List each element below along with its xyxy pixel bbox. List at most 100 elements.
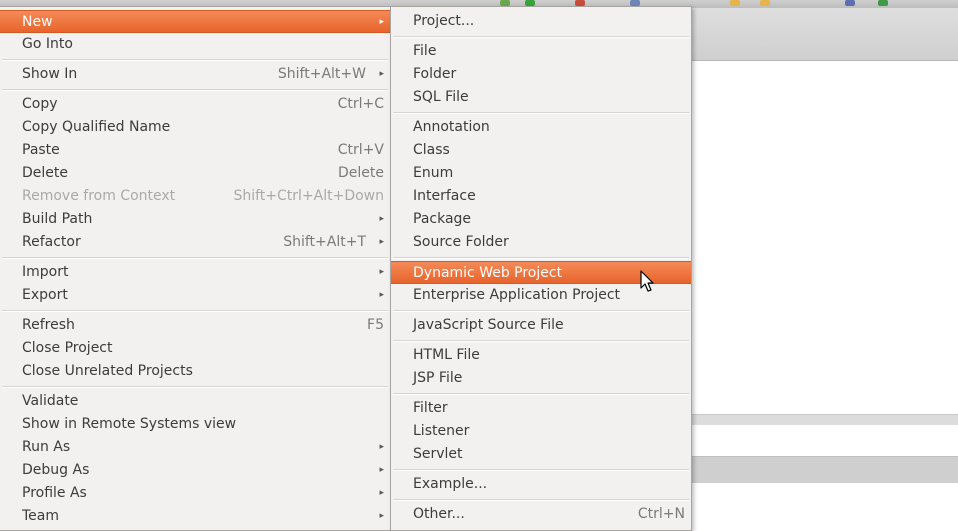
chevron-right-icon: ▸ xyxy=(379,465,384,475)
toolbar-icon[interactable] xyxy=(845,0,855,6)
menu-item-copy-qualified-name[interactable]: Copy Qualified Name xyxy=(0,116,390,139)
menu-item-validate[interactable]: Validate xyxy=(0,390,390,413)
menu-item-new[interactable]: New ▸ xyxy=(0,10,390,33)
toolbar-icon[interactable] xyxy=(730,0,740,6)
menu-separator xyxy=(393,310,689,312)
menu-item-label: Enterprise Application Project xyxy=(413,287,621,303)
submenu-item-javascript-source-file[interactable]: JavaScript Source File xyxy=(391,314,691,337)
chevron-right-icon: ▸ xyxy=(379,488,384,498)
menu-item-label: Refactor xyxy=(22,234,81,250)
menu-item-debug-as[interactable]: Debug As ▸ xyxy=(0,459,390,482)
menu-item-label: Close Project xyxy=(22,340,113,356)
submenu-item-jsp-file[interactable]: JSP File xyxy=(391,367,691,390)
toolbar-icon[interactable] xyxy=(760,0,770,6)
chevron-right-icon: ▸ xyxy=(379,214,384,224)
menu-item-show-in[interactable]: Show In Shift+Alt+W ▸ xyxy=(0,63,390,86)
menu-item-refactor[interactable]: Refactor Shift+Alt+T ▸ xyxy=(0,231,390,254)
submenu-item-annotation[interactable]: Annotation xyxy=(391,116,691,139)
submenu-item-filter[interactable]: Filter xyxy=(391,397,691,420)
menu-item-shortcut: Shift+Alt+T xyxy=(283,234,366,250)
submenu-item-example[interactable]: Example... xyxy=(391,473,691,496)
menu-item-close-unrelated-projects[interactable]: Close Unrelated Projects xyxy=(0,360,390,383)
menu-item-label: Show in Remote Systems view xyxy=(22,416,237,432)
menu-item-label: Import xyxy=(22,264,69,280)
menu-item-remove-from-context: Remove from Context Shift+Ctrl+Alt+Down xyxy=(0,185,390,208)
menu-item-shortcut: F5 xyxy=(367,317,384,333)
submenu-item-file[interactable]: File xyxy=(391,40,691,63)
menu-item-go-into[interactable]: Go Into xyxy=(0,33,390,56)
menu-item-label: File xyxy=(413,43,437,59)
submenu-item-class[interactable]: Class xyxy=(391,139,691,162)
submenu-item-source-folder[interactable]: Source Folder xyxy=(391,231,691,254)
menu-item-label: Package xyxy=(413,211,472,227)
menu-item-show-in-remote-systems[interactable]: Show in Remote Systems view xyxy=(0,413,390,436)
submenu-item-sql-file[interactable]: SQL File xyxy=(391,86,691,109)
menu-separator xyxy=(393,393,689,395)
menu-separator xyxy=(2,59,388,61)
menu-item-label: Validate xyxy=(22,393,79,409)
view-tab-bar xyxy=(690,456,958,483)
menu-item-copy[interactable]: Copy Ctrl+C xyxy=(0,93,390,116)
view-divider[interactable] xyxy=(690,414,958,425)
menu-separator xyxy=(393,469,689,471)
menu-item-label: Example... xyxy=(413,476,488,492)
menu-item-label: Source Folder xyxy=(413,234,509,250)
submenu-item-other[interactable]: Other... Ctrl+N xyxy=(391,503,691,526)
menu-item-close-project[interactable]: Close Project xyxy=(0,337,390,360)
submenu-item-project[interactable]: Project... xyxy=(391,10,691,33)
menu-item-label: HTML File xyxy=(413,347,480,363)
menu-item-export[interactable]: Export ▸ xyxy=(0,284,390,307)
menu-separator xyxy=(2,89,388,91)
menu-item-label: Build Path xyxy=(22,211,93,227)
menu-item-label: Annotation xyxy=(413,119,490,135)
submenu-item-enum[interactable]: Enum xyxy=(391,162,691,185)
menu-item-label: Run As xyxy=(22,439,71,455)
menu-item-run-as[interactable]: Run As ▸ xyxy=(0,436,390,459)
submenu-item-package[interactable]: Package xyxy=(391,208,691,231)
menu-item-label: Project... xyxy=(413,13,475,29)
submenu-item-servlet[interactable]: Servlet xyxy=(391,443,691,466)
toolbar-icon[interactable] xyxy=(878,0,888,6)
menu-item-label: SQL File xyxy=(413,89,469,105)
menu-item-team[interactable]: Team ▸ xyxy=(0,505,390,528)
menu-item-shortcut: Ctrl+V xyxy=(337,142,384,158)
context-menu: New ▸ Go Into Show In Shift+Alt+W ▸ Copy Ctr… xyxy=(0,6,391,531)
menu-separator xyxy=(2,310,388,312)
menu-item-shortcut: Ctrl+C xyxy=(337,96,384,112)
menu-separator xyxy=(393,112,689,114)
menu-item-label: Copy Qualified Name xyxy=(22,119,171,135)
menu-item-label: Folder xyxy=(413,66,457,82)
menu-item-build-path[interactable]: Build Path ▸ xyxy=(0,208,390,231)
menu-item-profile-as[interactable]: Profile As ▸ xyxy=(0,482,390,505)
mouse-pointer-icon xyxy=(640,270,654,292)
menu-item-shortcut: Shift+Ctrl+Alt+Down xyxy=(233,188,384,204)
menu-item-label: Enum xyxy=(413,165,454,181)
chevron-right-icon: ▸ xyxy=(379,290,384,300)
menu-item-refresh[interactable]: Refresh F5 xyxy=(0,314,390,337)
menu-item-import[interactable]: Import ▸ xyxy=(0,261,390,284)
submenu-item-folder[interactable]: Folder xyxy=(391,63,691,86)
menu-item-label: New xyxy=(22,14,53,30)
submenu-item-listener[interactable]: Listener xyxy=(391,420,691,443)
menu-item-label: Other... xyxy=(413,506,465,522)
menu-item-shortcut: Shift+Alt+W xyxy=(277,66,366,82)
menu-separator xyxy=(393,340,689,342)
menu-item-label: Paste xyxy=(22,142,60,158)
menu-item-paste[interactable]: Paste Ctrl+V xyxy=(0,139,390,162)
menu-item-label: Show In xyxy=(22,66,78,82)
menu-item-label: JavaScript Source File xyxy=(413,317,564,333)
menu-item-delete[interactable]: Delete Delete xyxy=(0,162,390,185)
menu-item-label: Go Into xyxy=(22,36,73,52)
menu-item-shortcut: Delete xyxy=(338,165,384,181)
chevron-right-icon: ▸ xyxy=(379,17,384,27)
editor-tab-bar xyxy=(690,8,958,61)
menu-item-label: Profile As xyxy=(22,485,87,501)
menu-item-label: Debug As xyxy=(22,462,90,478)
menu-item-label: Servlet xyxy=(413,446,463,462)
chevron-right-icon: ▸ xyxy=(379,442,384,452)
submenu-item-html-file[interactable]: HTML File xyxy=(391,344,691,367)
menu-separator xyxy=(2,257,388,259)
submenu-item-interface[interactable]: Interface xyxy=(391,185,691,208)
menu-item-label: Class xyxy=(413,142,450,158)
menu-separator xyxy=(393,36,689,38)
